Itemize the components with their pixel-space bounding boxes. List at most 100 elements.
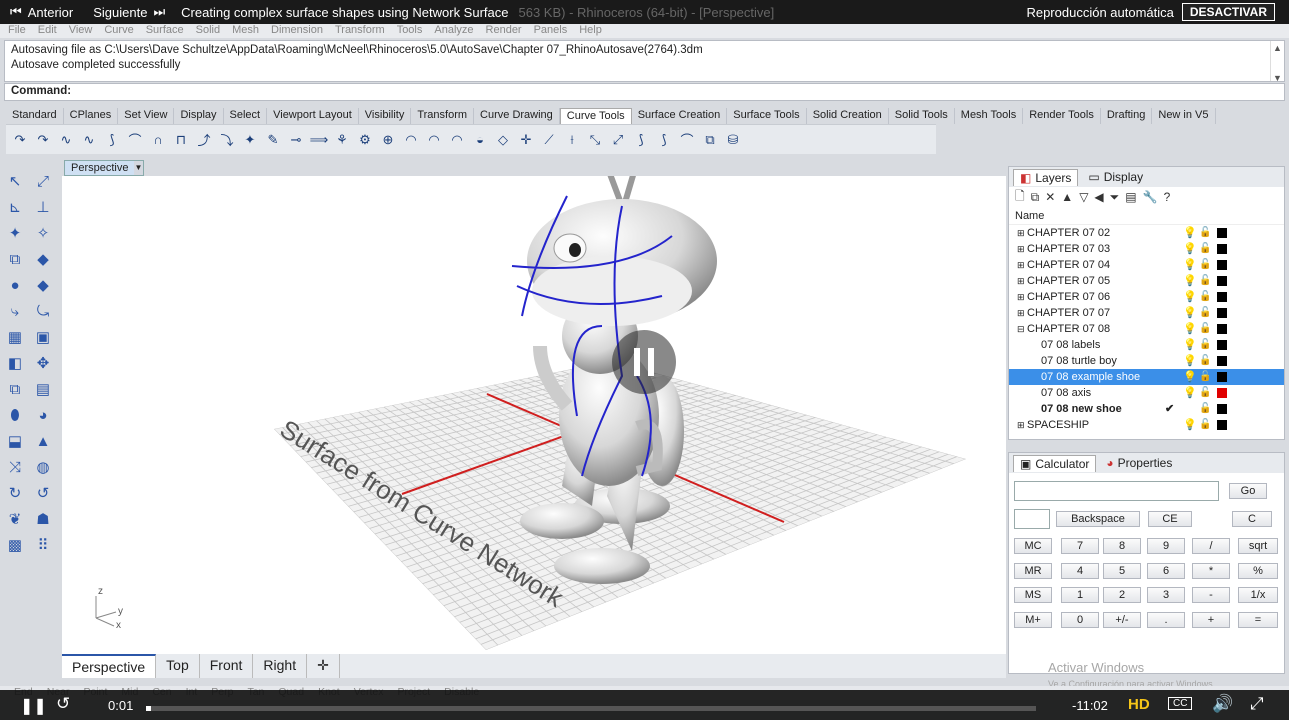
project-icon[interactable]: ⚙ [355, 130, 375, 150]
layer-row[interactable]: ⊞ CHAPTER 07 03 💡 🔓 [1009, 241, 1284, 257]
viewport-tab[interactable]: Perspective [62, 654, 157, 678]
curve-cp-icon[interactable]: ✦ [2, 220, 28, 246]
calc-key-button[interactable]: MC [1014, 538, 1052, 554]
control-points-on-icon[interactable]: ◇ [493, 130, 513, 150]
help-icon[interactable]: ? [1164, 190, 1171, 204]
calc-display[interactable] [1014, 481, 1219, 501]
explode-icon[interactable]: ✦ [240, 130, 260, 150]
calc-key-button[interactable]: + [1192, 612, 1230, 628]
layer-row[interactable]: ⊞ CHAPTER 07 02 💡 🔓 [1009, 225, 1284, 241]
calc-key-button[interactable]: 0 [1061, 612, 1099, 628]
layer-color-swatch[interactable] [1217, 388, 1227, 398]
fit-curve-icon[interactable]: ◠ [401, 130, 421, 150]
layer-row[interactable]: ⊞ CHAPTER 07 05 💡 🔓 [1009, 273, 1284, 289]
layer-row[interactable]: ⊞ CHAPTER 07 04 💡 🔓 [1009, 257, 1284, 273]
layer-name-header[interactable]: Name [1009, 207, 1284, 225]
lock-icon[interactable]: 🔓 [1199, 385, 1211, 401]
layer-row[interactable]: 07 08 new shoe ✔ 🔓 [1009, 401, 1284, 417]
calc-key-button[interactable]: MS [1014, 587, 1052, 603]
hd-button[interactable]: HD [1128, 696, 1150, 713]
lock-icon[interactable]: 🔓 [1199, 401, 1211, 417]
toolbar-tab[interactable]: Curve Tools [559, 108, 632, 124]
toolbar-tab[interactable]: Transform [411, 108, 475, 124]
menu-item[interactable]: Surface [146, 24, 184, 38]
backspace-button[interactable]: Backspace [1056, 511, 1140, 527]
curve-ip-icon[interactable]: ✧ [30, 220, 56, 246]
tab-calculator[interactable]: ▣ Calculator [1013, 454, 1097, 472]
adjustable-blend-icon[interactable]: ∿ [79, 130, 99, 150]
lightbulb-icon[interactable]: 💡 [1183, 289, 1197, 305]
curve-from-2-views-icon[interactable]: ⚘ [332, 130, 352, 150]
pullback-icon[interactable]: ✎ [263, 130, 283, 150]
menu-item[interactable]: Edit [38, 24, 57, 38]
layer-row[interactable]: ⊟ CHAPTER 07 08 💡 🔓 [1009, 321, 1284, 337]
circle-icon[interactable]: ⧉ [2, 246, 28, 272]
toolbar-tab[interactable]: Select [224, 108, 268, 124]
calc-key-button[interactable]: 6 [1147, 563, 1185, 579]
rebuild-icon[interactable]: ⊕ [378, 130, 398, 150]
clear-entry-button[interactable]: CE [1148, 511, 1192, 527]
menu-item[interactable]: View [69, 24, 93, 38]
lock-icon[interactable]: 🔓 [1199, 305, 1211, 321]
cylinder-icon[interactable]: ⬮ [2, 402, 28, 428]
layer-row[interactable]: 07 08 axis 💡 🔓 [1009, 385, 1284, 401]
layer-row[interactable]: ⊞ CHAPTER 07 06 💡 🔓 [1009, 289, 1284, 305]
expand-toggle-icon[interactable]: ⊞ [1017, 241, 1025, 257]
lightbulb-icon[interactable]: 💡 [1183, 385, 1197, 401]
blend-surface-icon[interactable]: ❦ [2, 506, 28, 532]
expand-toggle-icon[interactable]: ⊞ [1017, 273, 1025, 289]
lock-icon[interactable]: 🔓 [1199, 273, 1211, 289]
calc-key-button[interactable]: 1/x [1238, 587, 1278, 603]
menu-item[interactable]: Tools [397, 24, 423, 38]
insert-kink-icon[interactable]: ⟋ [539, 130, 559, 150]
menu-item[interactable]: Dimension [271, 24, 323, 38]
calc-key-button[interactable]: 5 [1103, 563, 1141, 579]
match-curve-icon[interactable]: ⟆ [102, 130, 122, 150]
lightbulb-icon[interactable]: 💡 [1183, 225, 1197, 241]
lightbulb-icon[interactable]: 💡 [1183, 369, 1197, 385]
grid-icon[interactable]: ▩ [2, 532, 28, 558]
offset-curve-icon[interactable]: ⊓ [171, 130, 191, 150]
cone-icon[interactable]: ▲ [30, 428, 56, 454]
layer-color-swatch[interactable] [1217, 324, 1227, 334]
menu-item[interactable]: Transform [335, 24, 385, 38]
layer-color-swatch[interactable] [1217, 340, 1227, 350]
menu-item[interactable]: Solid [196, 24, 220, 38]
lightbulb-icon[interactable]: 💡 [1183, 273, 1197, 289]
calc-key-button[interactable]: = [1238, 612, 1278, 628]
polyline-icon[interactable]: ⊾ [2, 194, 28, 220]
filter-icon[interactable]: ⏷ [1110, 190, 1120, 205]
layer-row[interactable]: 07 08 labels 💡 🔓 [1009, 337, 1284, 353]
lock-icon[interactable]: 🔓 [1199, 353, 1211, 369]
layer-color-swatch[interactable] [1217, 404, 1227, 414]
expand-toggle-icon[interactable]: ⊞ [1017, 305, 1025, 321]
layer-row[interactable]: ⊞ SPACESHIP 💡 🔓 [1009, 417, 1284, 433]
next-button[interactable]: Siguiente ⏭ [83, 4, 175, 20]
rewind-10-icon[interactable]: ↺ [56, 694, 70, 714]
layer-color-swatch[interactable] [1217, 244, 1227, 254]
tab-display[interactable]: ▭ Display [1082, 169, 1149, 185]
chevron-down-icon[interactable]: ▼ [134, 161, 143, 175]
calc-key-button[interactable]: 7 [1061, 538, 1099, 554]
viewport-title-tab[interactable]: Perspective ▼ [64, 160, 144, 176]
expand-toggle-icon[interactable]: ⊞ [1017, 417, 1025, 433]
menu-item[interactable]: Panels [534, 24, 568, 38]
lock-icon[interactable]: 🔓 [1199, 225, 1211, 241]
captions-button[interactable]: CC [1168, 697, 1193, 710]
solid-box-icon[interactable]: ◧ [2, 350, 28, 376]
scale-icon[interactable]: ↺ [30, 480, 56, 506]
layer-state-icon[interactable]: ▤ [1125, 190, 1136, 204]
viewport-tab[interactable]: Top [156, 654, 200, 678]
bend-surface-icon[interactable]: ☗ [30, 506, 56, 532]
point-icon[interactable]: ⤢ [30, 168, 56, 194]
delete-layer-icon[interactable]: ✕ [1045, 190, 1055, 204]
toolbar-tab[interactable]: Standard [6, 108, 64, 124]
calc-key-button[interactable]: MR [1014, 563, 1052, 579]
menu-item[interactable]: Analyze [434, 24, 473, 38]
tools-icon[interactable]: 🔧 [1143, 190, 1158, 204]
make-periodic-icon[interactable]: ◒ [470, 130, 490, 150]
calc-key-button[interactable]: - [1192, 587, 1230, 603]
chamfer-curves-icon[interactable]: ↷ [33, 130, 53, 150]
tab-layers[interactable]: ◧ Layers [1013, 168, 1079, 186]
calc-key-button[interactable]: 2 [1103, 587, 1141, 603]
